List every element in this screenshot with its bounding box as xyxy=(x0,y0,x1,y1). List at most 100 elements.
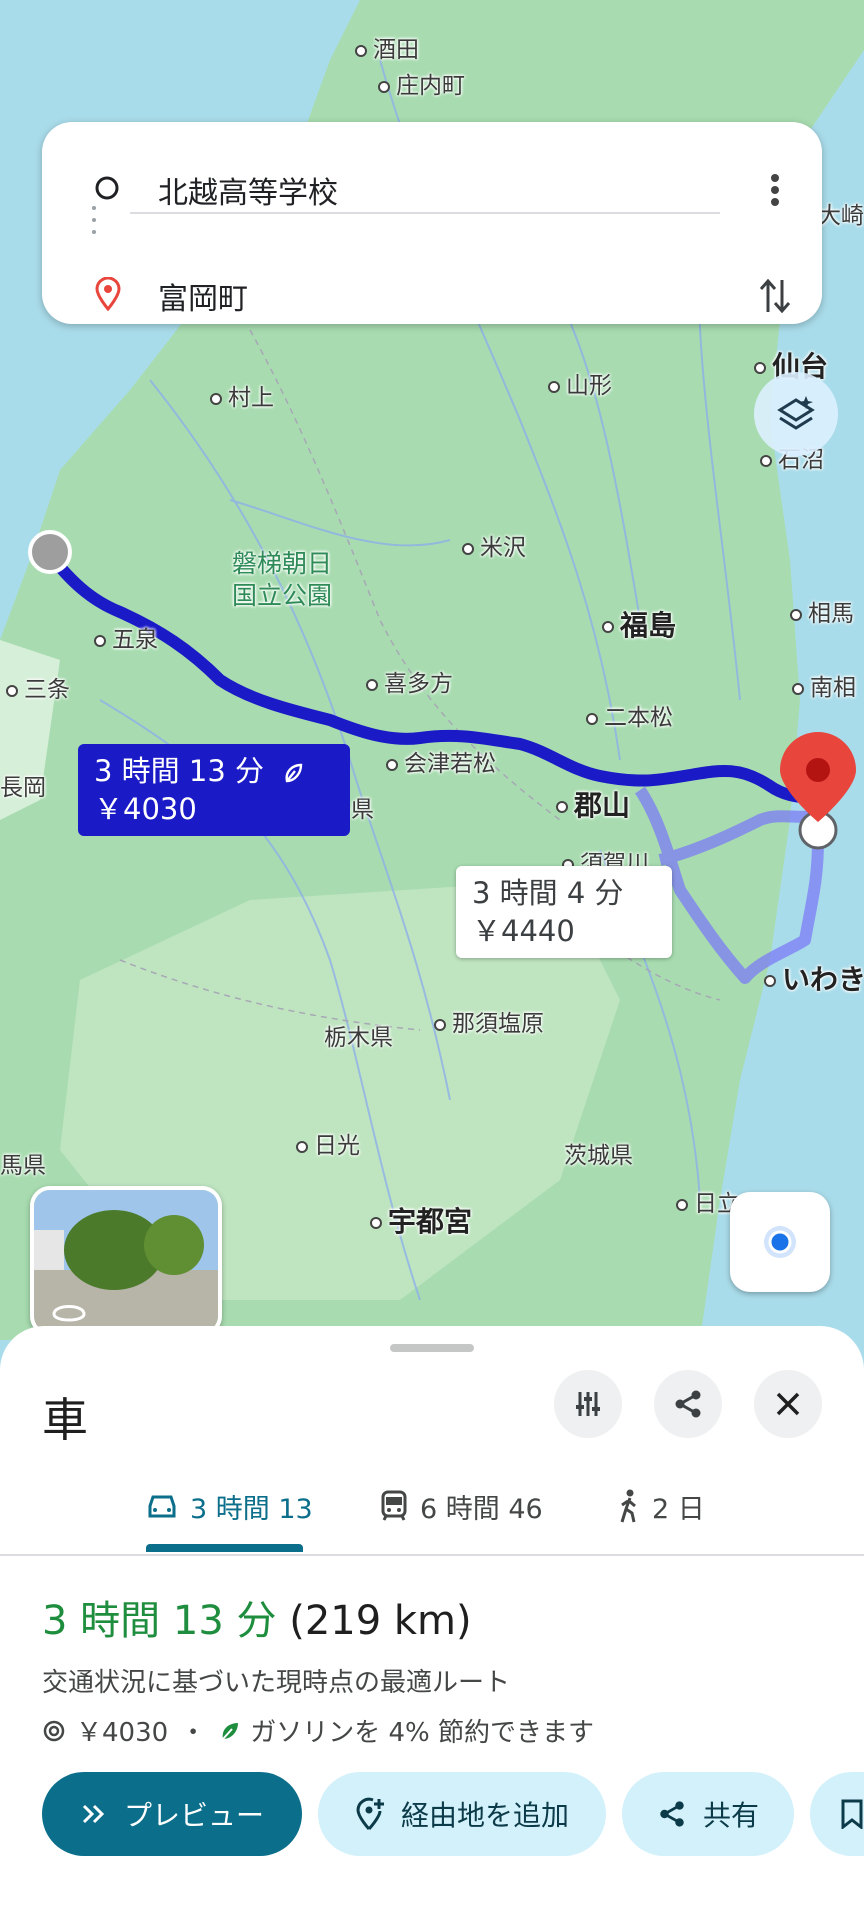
place-dot-icon xyxy=(94,634,106,647)
tab-walking[interactable]: 2 日 xyxy=(616,1484,705,1528)
close-icon xyxy=(776,1392,800,1416)
place-label: 二本松 xyxy=(586,698,673,732)
origin-field[interactable]: 北越高等学校 xyxy=(158,168,338,212)
toll-cost: ￥4030 xyxy=(76,1718,169,1748)
place-dot-icon xyxy=(754,362,766,374)
double-chevron-icon xyxy=(82,1804,105,1824)
place-dot-icon xyxy=(386,758,398,771)
action-buttons-row: プレビュー 経由地を追加 共有 xyxy=(42,1772,864,1856)
place-label: 相馬 xyxy=(790,594,854,628)
origin-row[interactable]: 北越高等学校 xyxy=(42,150,822,230)
route-duration: 3 時間 13 分 xyxy=(42,1598,277,1644)
place-label: 喜多方 xyxy=(366,664,453,698)
place-label: 栃木県 xyxy=(324,1025,393,1051)
street-view-thumbnail[interactable] xyxy=(30,1186,222,1336)
place-dot-icon xyxy=(210,392,222,405)
route-costs: ￥4030 ・ ガソリンを 4% 節約できます xyxy=(42,1712,594,1749)
place-label: 馬県 xyxy=(0,1153,46,1179)
layers-button[interactable] xyxy=(754,372,838,456)
tab-transit[interactable]: 6 時間 46 xyxy=(380,1484,543,1528)
place-dot-icon xyxy=(548,380,560,393)
place-label: 茨城県 xyxy=(564,1143,633,1169)
tune-icon xyxy=(576,1392,600,1416)
place-label: 那須塩原 xyxy=(434,1004,544,1038)
place-dot-icon xyxy=(602,621,614,633)
close-button[interactable] xyxy=(754,1370,822,1438)
park-label: 磐梯朝日国立公園 xyxy=(232,549,333,610)
route-summary: 3 時間 13 分 (219 km) xyxy=(42,1588,472,1646)
more-options-icon[interactable] xyxy=(750,165,800,215)
place-label: 福島 xyxy=(602,604,676,644)
my-location-icon xyxy=(764,1226,796,1258)
origin-marker[interactable] xyxy=(28,530,72,574)
place-dot-icon xyxy=(764,975,776,987)
share-icon xyxy=(675,1390,701,1418)
destination-row[interactable]: 富岡町 xyxy=(42,256,822,336)
place-label: 会津若松 xyxy=(386,744,496,778)
place-dot-icon xyxy=(556,801,568,813)
place-dot-icon xyxy=(760,454,772,467)
place-dot-icon xyxy=(378,80,390,93)
directions-search-card: 北越高等学校 富岡町 xyxy=(42,122,822,324)
layers-icon xyxy=(777,396,815,430)
save-button[interactable] xyxy=(810,1772,864,1856)
place-label: 山形 xyxy=(548,366,612,400)
field-divider xyxy=(130,212,720,214)
map-view[interactable]: 酒田 庄内町 村上 山形 仙台 石沼 米沢 磐梯朝日国立公園 福島 相馬 五泉 … xyxy=(0,0,864,1340)
place-label: 米沢 xyxy=(462,528,526,562)
destination-pin-outline-icon xyxy=(94,276,134,315)
share-route-button[interactable]: 共有 xyxy=(622,1772,794,1856)
place-dot-icon xyxy=(792,682,804,695)
place-dot-icon xyxy=(355,44,367,57)
place-label: 庄内町 xyxy=(378,66,465,100)
place-dot-icon xyxy=(434,1018,446,1031)
place-label: 宇都宮 xyxy=(370,1200,472,1240)
place-label: 三条 xyxy=(6,670,70,704)
place-dot-icon xyxy=(366,678,378,691)
add-stop-button[interactable]: 経由地を追加 xyxy=(318,1772,606,1856)
add-location-icon xyxy=(356,1797,384,1831)
place-dot-icon xyxy=(462,542,474,555)
bookmark-icon xyxy=(841,1799,863,1829)
car-icon xyxy=(148,1495,176,1518)
my-location-button[interactable] xyxy=(730,1192,830,1292)
place-dot-icon xyxy=(370,1217,382,1229)
swap-icon[interactable] xyxy=(750,271,800,321)
origin-circle-icon xyxy=(94,175,134,205)
place-dot-icon xyxy=(296,1140,308,1153)
place-dot-icon xyxy=(586,712,598,725)
place-label: 五泉 xyxy=(94,620,158,654)
toll-icon xyxy=(43,1720,65,1741)
route-description: 交通状況に基づいた現時点の最適ルート xyxy=(42,1668,511,1698)
route-distance: (219 km) xyxy=(289,1598,472,1644)
drag-handle[interactable] xyxy=(390,1344,474,1352)
fuel-saving-text: ガソリンを 4% 節約できます xyxy=(250,1718,594,1748)
place-dot-icon xyxy=(6,684,18,697)
active-tab-indicator xyxy=(146,1544,303,1552)
place-dot-icon xyxy=(790,608,802,621)
share-icon xyxy=(660,1801,684,1827)
eco-leaf-icon xyxy=(285,763,303,783)
place-label: いわき xyxy=(764,958,864,998)
tab-driving[interactable]: 3 時間 13 xyxy=(146,1484,313,1528)
share-button[interactable] xyxy=(654,1370,722,1438)
place-label: 大崎 xyxy=(818,203,864,229)
destination-field[interactable]: 富岡町 xyxy=(158,274,248,318)
place-dot-icon xyxy=(676,1198,688,1211)
route-options-button[interactable] xyxy=(554,1370,622,1438)
place-label: 長岡 xyxy=(0,775,46,801)
travel-mode-title: 車 xyxy=(42,1393,88,1447)
travel-mode-tabs: 3 時間 13 6 時間 46 2 日 xyxy=(0,1456,864,1556)
eco-leaf-icon xyxy=(222,1722,239,1740)
train-icon xyxy=(381,1490,407,1521)
place-label: 郡山 xyxy=(556,784,630,824)
primary-route-label[interactable]: 3 時間 13 分 ￥4030 xyxy=(78,744,350,836)
place-label: 村上 xyxy=(210,378,274,412)
separator-dot: ・ xyxy=(180,1718,207,1748)
destination-pin-icon[interactable] xyxy=(780,732,856,822)
place-label: 南相 xyxy=(792,668,856,702)
route-dots-icon xyxy=(92,202,96,246)
preview-button[interactable]: プレビュー xyxy=(42,1772,302,1856)
directions-bottom-sheet: 車 3 時間 13 6 時間 46 2 日 3 時間 13 分 (219 km)… xyxy=(0,1326,864,1920)
alternate-route-label[interactable]: 3 時間 4 分 ￥4440 xyxy=(456,866,672,958)
